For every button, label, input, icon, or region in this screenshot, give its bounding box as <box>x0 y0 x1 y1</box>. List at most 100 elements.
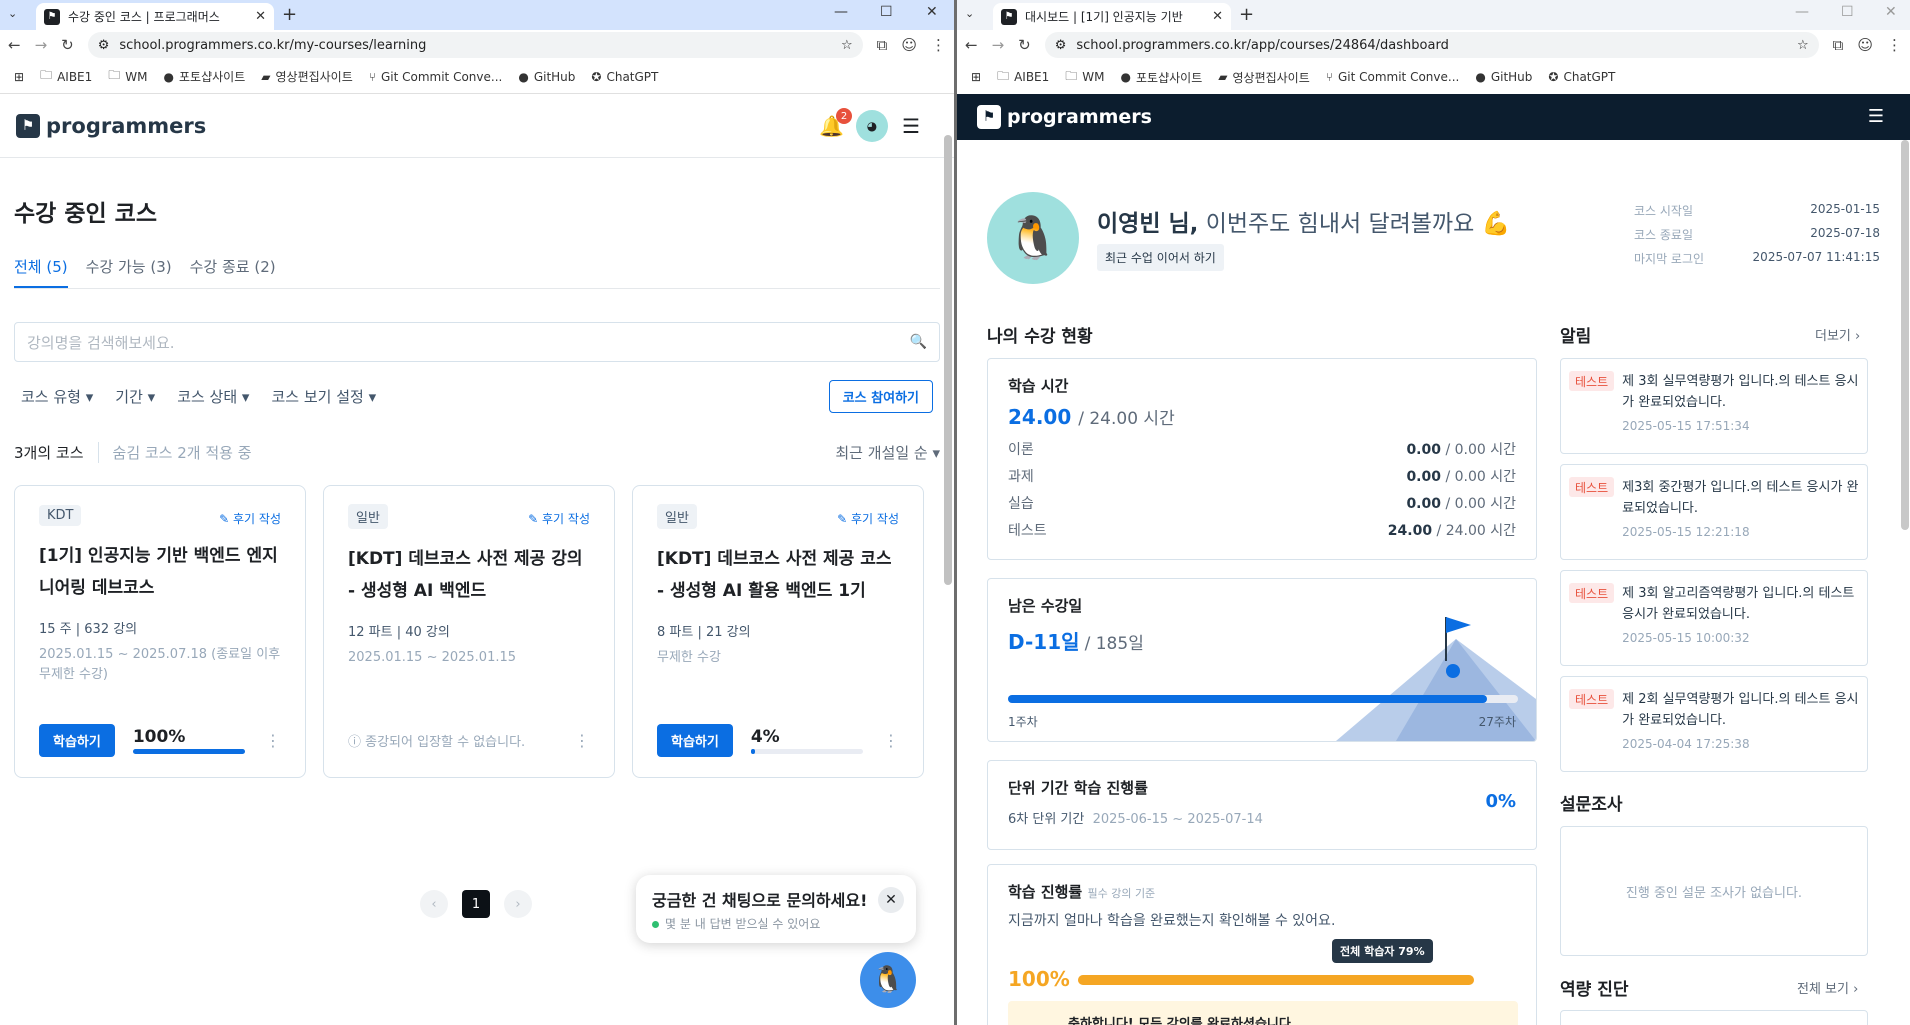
back-icon[interactable]: ← <box>965 36 978 54</box>
bookmark-item[interactable]: ⑂ Git Commit Conve... <box>1326 70 1460 84</box>
close-window-icon[interactable]: ✕ <box>926 4 938 20</box>
course-card[interactable]: 일반 ✎ 후기 작성 [KDT] 데브코스 사전 제공 강의 - 생성형 AI … <box>323 485 615 778</box>
write-review-link[interactable]: ✎ 후기 작성 <box>837 510 899 527</box>
programmers-logo[interactable]: ⚑ programmers <box>977 105 1152 129</box>
write-review-link[interactable]: ✎ 후기 작성 <box>219 510 281 527</box>
scrollbar-thumb[interactable] <box>944 135 952 585</box>
bookmark-item[interactable]: ▰ 영상편집사이트 <box>1218 69 1310 86</box>
bookmark-item[interactable]: 🗀 AIBE1 <box>40 66 92 87</box>
alarm-more-link[interactable]: 더보기 › <box>1815 325 1860 344</box>
new-tab-icon[interactable]: + <box>1239 4 1254 25</box>
bookmark-item[interactable]: ✪ ChatGPT <box>1548 70 1615 84</box>
review-label: 후기 작성 <box>542 512 590 526</box>
page-number[interactable]: 1 <box>462 890 490 918</box>
bookmark-star-icon[interactable]: ☆ <box>841 38 853 53</box>
course-title[interactable]: [1기] 인공지능 기반 백엔드 엔지니어링 데브코스 <box>39 540 281 604</box>
bookmark-item[interactable]: 🗀 WM <box>108 66 147 87</box>
continue-button[interactable]: 최근 수업 이어서 하기 <box>1097 244 1224 271</box>
info-row: 마지막 로그인 2025-07-07 11:41:15 <box>1634 250 1880 274</box>
profile-icon[interactable]: ☺ <box>1857 36 1873 54</box>
write-review-link[interactable]: ✎ 후기 작성 <box>528 510 590 527</box>
menu-icon[interactable]: ⋮ <box>931 36 946 54</box>
filter-status[interactable]: 코스 상태 ▾ <box>177 386 249 407</box>
study-button[interactable]: 학습하기 <box>657 723 733 757</box>
filter-course-type[interactable]: 코스 유형 ▾ <box>21 386 93 407</box>
bookmark-item[interactable]: ⑂ Git Commit Conve... <box>369 70 503 84</box>
congrats-banner: 축하합니다! 모든 강의를 완료하셨습니다. <box>1008 1001 1518 1025</box>
maximize-icon[interactable]: ☐ <box>880 4 893 20</box>
filter-period[interactable]: 기간 ▾ <box>115 386 155 407</box>
chatbot-launcher-icon[interactable]: 🐧 <box>860 952 916 1008</box>
maximize-icon[interactable]: ☐ <box>1841 4 1854 20</box>
sort-dropdown[interactable]: 최근 개설일 순 ▾ <box>835 442 940 463</box>
browser-tab[interactable]: ⚑ 수강 중인 코스 | 프로그래머스 ✕ <box>36 3 274 30</box>
alarm-item[interactable]: 테스트 제 3회 알고리즘역량평가 입니다.의 테스트 응시가 완료되었습니다. 2… <box>1560 570 1868 666</box>
edit-icon: ✎ <box>528 512 543 526</box>
tab-ended[interactable]: 수강 종료 (2) <box>190 256 276 288</box>
programmers-logo[interactable]: ⚑ programmers <box>16 113 206 138</box>
bookmark-item[interactable]: ● 포토샵사이트 <box>164 68 246 85</box>
diagnosis-more-link[interactable]: 전체 보기 › <box>1797 978 1858 997</box>
bookmark-item[interactable]: 🗀 WM <box>1065 67 1104 88</box>
study-button[interactable]: 학습하기 <box>39 723 115 757</box>
join-course-button[interactable]: 코스 참여하기 <box>828 379 933 413</box>
hamburger-menu-icon[interactable]: ☰ <box>902 114 920 138</box>
minimize-icon[interactable]: — <box>1795 4 1809 20</box>
bookmark-star-icon[interactable]: ☆ <box>1797 38 1809 53</box>
alarm-item[interactable]: 테스트 제3회 중간평가 입니다.의 테스트 응시가 완료되었습니다. 2025-0… <box>1560 464 1868 560</box>
filter-view-settings[interactable]: 코스 보기 설정 ▾ <box>271 386 376 407</box>
back-icon[interactable]: ← <box>8 36 21 54</box>
close-window-icon[interactable]: ✕ <box>1885 4 1897 20</box>
next-page-icon[interactable]: › <box>504 890 532 918</box>
bookmark-item[interactable]: 🗀 AIBE1 <box>997 67 1049 88</box>
site-info-icon[interactable]: ⚙ <box>1055 38 1067 53</box>
alarm-time: 2025-04-04 17:25:38 <box>1622 737 1750 751</box>
alarm-item[interactable]: 테스트 제 2회 실무역량평가 입니다.의 테스트 응시가 완료되었습니다. 202… <box>1560 676 1868 772</box>
forward-icon[interactable]: → <box>992 36 1005 54</box>
more-options-icon[interactable]: ⋮ <box>883 731 899 750</box>
close-tab-icon[interactable]: ✕ <box>255 9 266 24</box>
browser-tab[interactable]: ⚑ 대시보드 | [1기] 인공지능 기반 ✕ <box>993 3 1231 30</box>
bookmark-label: 영상편집사이트 <box>275 70 353 84</box>
new-tab-icon[interactable]: + <box>282 4 297 25</box>
alarm-item[interactable]: 테스트 제 3회 실무역량평가 입니다.의 테스트 응시가 완료되었습니다. 202… <box>1560 358 1868 454</box>
course-card[interactable]: KDT ✎ 후기 작성 [1기] 인공지능 기반 백엔드 엔지니어링 데브코스 … <box>14 485 306 778</box>
reload-icon[interactable]: ↻ <box>1018 36 1031 54</box>
tab-available[interactable]: 수강 가능 (3) <box>86 256 172 288</box>
extensions-icon[interactable]: ⧉ <box>1833 36 1844 54</box>
more-options-icon[interactable]: ⋮ <box>265 731 281 750</box>
close-chat-icon[interactable]: ✕ <box>878 887 904 913</box>
course-title[interactable]: [KDT] 데브코스 사전 제공 강의 - 생성형 AI 백엔드 <box>348 543 590 607</box>
bookmark-item[interactable]: ✪ ChatGPT <box>591 70 658 84</box>
site-info-icon[interactable]: ⚙ <box>98 38 110 53</box>
reload-icon[interactable]: ↻ <box>61 36 74 54</box>
avatar[interactable]: ◕ <box>856 110 888 142</box>
address-bar[interactable]: ⚙ school.programmers.co.kr/my-courses/le… <box>87 32 863 58</box>
search-icon[interactable]: 🔍 <box>910 334 927 350</box>
address-bar[interactable]: ⚙ school.programmers.co.kr/app/courses/2… <box>1044 32 1819 58</box>
course-card[interactable]: 일반 ✎ 후기 작성 [KDT] 데브코스 사전 제공 코스 - 생성형 AI … <box>632 485 924 778</box>
prev-page-icon[interactable]: ‹ <box>420 890 448 918</box>
tab-search-icon[interactable]: ⌄ <box>965 7 974 20</box>
apps-icon[interactable]: ⊞ <box>971 70 981 84</box>
course-count: 3개의 코스 <box>14 444 84 462</box>
close-tab-icon[interactable]: ✕ <box>1212 9 1223 24</box>
tab-search-icon[interactable]: ⌄ <box>8 7 17 20</box>
apps-icon[interactable]: ⊞ <box>14 70 24 84</box>
minimize-icon[interactable]: — <box>834 4 848 20</box>
hamburger-menu-icon[interactable]: ☰ <box>1868 106 1884 127</box>
course-title[interactable]: [KDT] 데브코스 사전 제공 코스 - 생성형 AI 활용 백엔드 1기 <box>657 543 899 607</box>
bookmark-item[interactable]: ▰ 영상편집사이트 <box>261 68 353 85</box>
bookmark-item[interactable]: ● 포토샵사이트 <box>1121 69 1203 86</box>
bookmark-item[interactable]: ● GitHub <box>518 70 575 84</box>
scrollbar-thumb[interactable] <box>1901 140 1909 530</box>
tab-all[interactable]: 전체 (5) <box>14 256 68 288</box>
search-input[interactable]: 강의명을 검색해보세요. 🔍 <box>14 322 940 362</box>
forward-icon[interactable]: → <box>35 36 48 54</box>
menu-icon[interactable]: ⋮ <box>1887 36 1902 54</box>
profile-icon[interactable]: ☺ <box>901 36 917 54</box>
chat-popup[interactable]: 궁금한 건 채팅으로 문의하세요! 몇 분 내 답변 받으실 수 있어요 ✕ <box>636 875 916 943</box>
bookmark-item[interactable]: ● GitHub <box>1475 70 1532 84</box>
more-options-icon[interactable]: ⋮ <box>574 731 590 750</box>
extensions-icon[interactable]: ⧉ <box>877 36 888 54</box>
